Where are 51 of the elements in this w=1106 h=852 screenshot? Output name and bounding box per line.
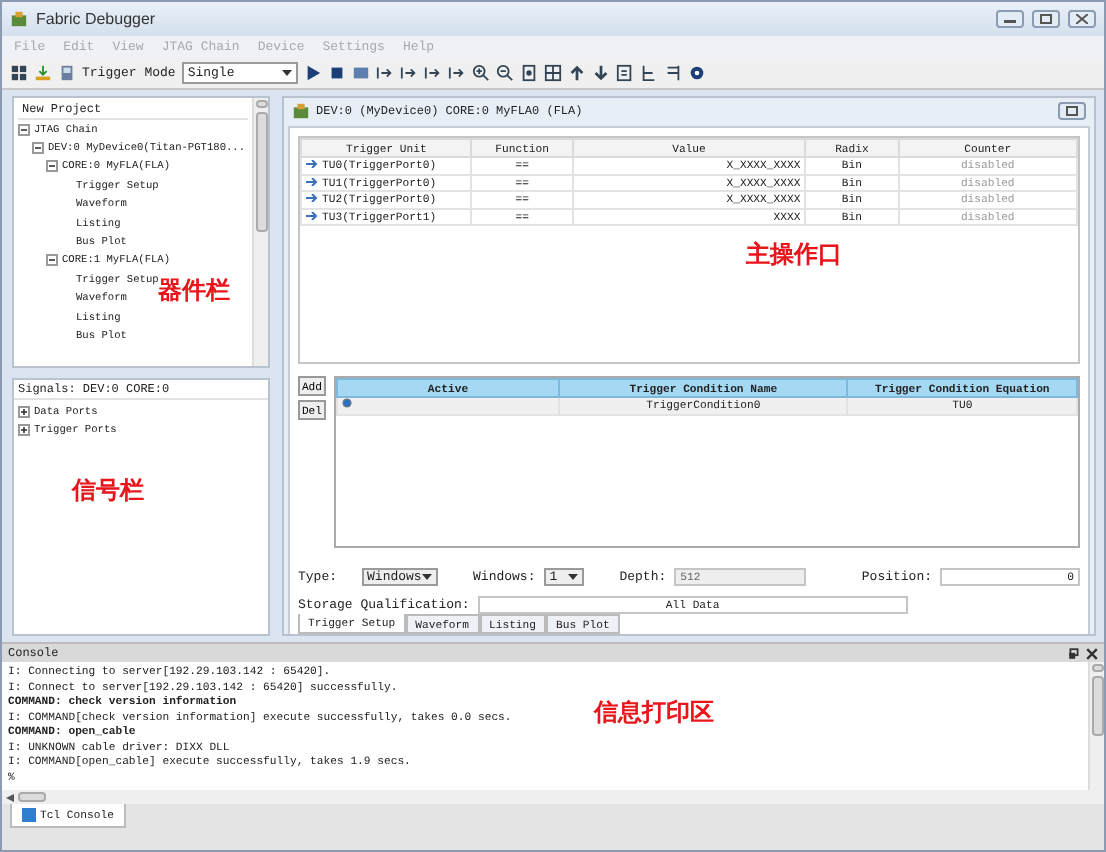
caret-icon — [281, 70, 292, 76]
collapse-icon[interactable] — [32, 142, 44, 155]
window-icon[interactable] — [351, 64, 370, 82]
restore-icon — [1066, 106, 1078, 116]
grid-view-icon[interactable] — [543, 64, 562, 82]
arrow-icon — [306, 194, 318, 203]
annotation-label: 信号栏 — [72, 474, 144, 508]
annotation-label: 主操作口 — [746, 238, 842, 272]
arrow-icon — [306, 160, 318, 169]
minimize-button[interactable] — [996, 10, 1024, 28]
arrow-icon — [306, 177, 318, 186]
play-icon[interactable] — [303, 64, 322, 82]
scrollbar[interactable] — [252, 98, 268, 366]
grid-icon[interactable] — [10, 64, 28, 82]
core-icon — [292, 102, 310, 120]
step-icon[interactable] — [423, 64, 442, 82]
caret-icon — [421, 574, 432, 580]
maximize-icon — [1040, 14, 1052, 24]
step-icon[interactable] — [375, 64, 394, 82]
step-icon[interactable] — [399, 64, 418, 82]
scroll-thumb[interactable] — [18, 792, 46, 802]
app-icon — [10, 10, 28, 28]
annotation-label: 器件栏 — [158, 274, 230, 308]
window-title: Fabric Debugger — [36, 10, 158, 28]
restore-button[interactable] — [1058, 102, 1086, 120]
arrow-up-icon[interactable] — [567, 64, 586, 82]
float-icon[interactable] — [1068, 647, 1080, 659]
step-icon[interactable] — [447, 64, 466, 82]
close-icon[interactable] — [1086, 647, 1098, 659]
console-icon — [22, 808, 36, 822]
annotation-label: 信息打印区 — [594, 696, 714, 730]
minimize-icon — [1004, 15, 1016, 23]
arrow-icon — [306, 211, 318, 220]
radio-button[interactable] — [342, 398, 352, 409]
zoom-in-icon[interactable] — [471, 64, 490, 82]
zoom-out-icon[interactable] — [495, 64, 514, 82]
scrollbar[interactable] — [1088, 662, 1104, 790]
device-icon[interactable] — [58, 64, 76, 82]
close-icon — [1076, 14, 1088, 24]
maximize-button[interactable] — [1032, 10, 1060, 28]
collapse-icon[interactable] — [46, 254, 58, 267]
close-button[interactable] — [1068, 10, 1096, 28]
arrow-down-icon[interactable] — [591, 64, 610, 82]
caret-icon — [567, 574, 578, 580]
expand-icon[interactable] — [18, 405, 30, 418]
collapse-icon[interactable] — [46, 160, 58, 173]
stop-icon[interactable] — [327, 64, 346, 82]
collapse-icon[interactable] — [18, 123, 30, 136]
download-icon[interactable] — [34, 64, 52, 82]
horizontal-scrollbar[interactable] — [2, 790, 1104, 804]
expand-icon[interactable] — [18, 424, 30, 437]
